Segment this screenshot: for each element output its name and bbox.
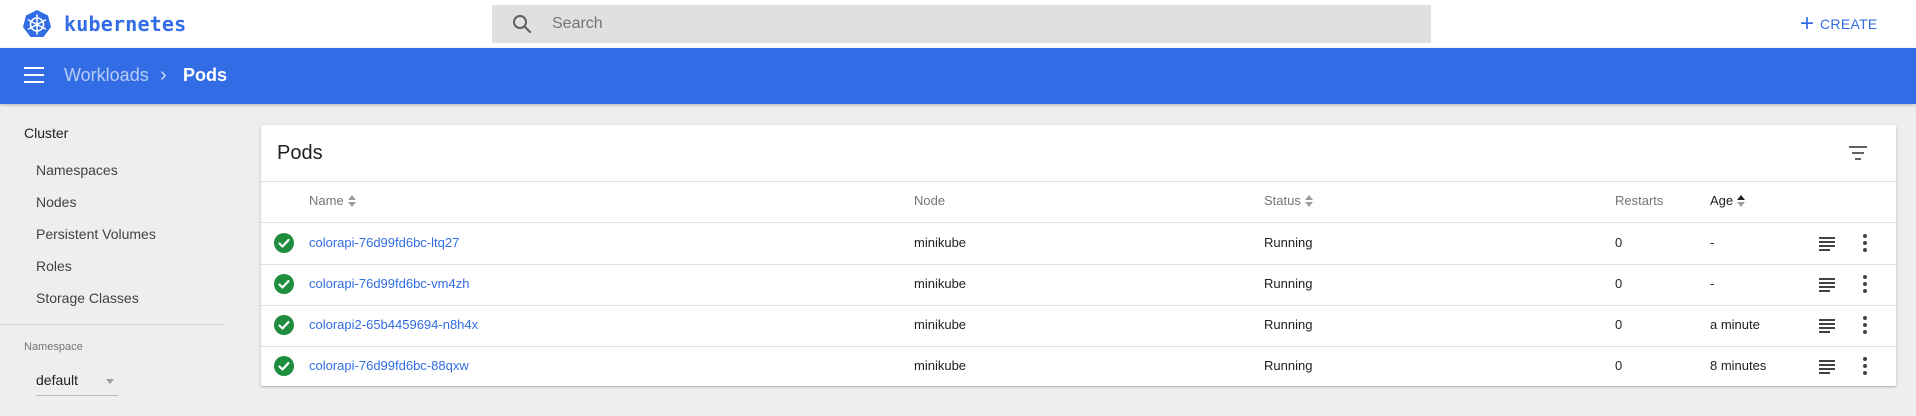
brand-name[interactable]: kubernetes [64, 12, 186, 36]
column-header-age[interactable]: Age [1710, 193, 1746, 208]
breadcrumb-toolbar: Workloads › Pods [0, 48, 1916, 104]
sidebar-item-nodes[interactable]: Nodes [36, 194, 76, 210]
sidebar-divider [0, 324, 224, 325]
logs-icon[interactable] [1819, 237, 1835, 251]
pod-name-link[interactable]: colorapi-76d99fd6bc-88qxw [309, 358, 469, 373]
pod-node: minikube [914, 276, 967, 291]
breadcrumb-workloads[interactable]: Workloads [64, 65, 149, 86]
pod-restarts: 0 [1615, 317, 1623, 332]
pod-age: - [1710, 235, 1715, 250]
namespace-value: default [36, 372, 79, 388]
pod-status: Running [1264, 235, 1313, 250]
pod-name-link[interactable]: colorapi-76d99fd6bc-vm4zh [309, 276, 469, 291]
table-row: colorapi-76d99fd6bc-ltq27 minikube Runni… [261, 223, 1896, 264]
pod-node: minikube [914, 317, 967, 332]
pod-name-link[interactable]: colorapi-76d99fd6bc-ltq27 [309, 235, 459, 250]
column-header-status[interactable]: Status [1264, 193, 1313, 208]
pod-node: minikube [914, 235, 967, 250]
create-button[interactable]: + CREATE [1800, 10, 1878, 38]
pod-restarts: 0 [1615, 358, 1623, 373]
sidebar: Cluster Namespaces Nodes Persistent Volu… [0, 104, 224, 416]
create-button-label: CREATE [1820, 16, 1878, 32]
pod-status: Running [1264, 317, 1313, 332]
logs-icon[interactable] [1819, 360, 1835, 374]
kubernetes-logo-icon[interactable] [22, 9, 52, 39]
sort-icon [1304, 194, 1313, 207]
sidebar-item-storage-classes[interactable]: Storage Classes [36, 290, 139, 306]
sort-ascending-icon [1737, 194, 1746, 207]
card-title: Pods [277, 142, 323, 164]
column-header-name[interactable]: Name [309, 193, 356, 208]
breadcrumb-pods: Pods [183, 65, 228, 85]
search-bar[interactable] [492, 5, 1431, 43]
logs-icon[interactable] [1819, 319, 1835, 333]
pod-restarts: 0 [1615, 276, 1623, 291]
namespace-select[interactable]: default [36, 366, 118, 396]
column-header-restarts: Restarts [1615, 193, 1663, 208]
sidebar-item-namespaces[interactable]: Namespaces [36, 162, 118, 178]
pod-status: Running [1264, 358, 1313, 373]
more-vert-icon[interactable] [1862, 275, 1868, 295]
more-vert-icon[interactable] [1862, 357, 1868, 377]
namespace-label: Namespace [24, 341, 83, 353]
column-header-node-label: Node [914, 193, 946, 208]
check-circle-icon [274, 315, 294, 335]
search-icon [513, 15, 532, 34]
column-header-node: Node [914, 193, 945, 208]
table-row: colorapi2-65b4459694-n8h4x minikube Runn… [261, 305, 1896, 346]
chevron-down-icon [106, 379, 114, 384]
top-bar: kubernetes + CREATE [0, 0, 1916, 48]
column-header-name-label: Name [309, 193, 344, 208]
search-input[interactable] [552, 5, 1412, 43]
table-row: colorapi-76d99fd6bc-88qxw minikube Runni… [261, 346, 1896, 387]
pod-node: minikube [914, 358, 967, 373]
pod-age: 8 minutes [1710, 358, 1767, 373]
pod-age: a minute [1710, 317, 1760, 332]
sort-icon [347, 194, 356, 207]
logs-icon[interactable] [1819, 278, 1835, 292]
table-row: colorapi-76d99fd6bc-vm4zh minikube Runni… [261, 264, 1896, 305]
check-circle-icon [274, 274, 294, 294]
check-circle-icon [274, 233, 294, 253]
check-circle-icon [274, 356, 294, 376]
pod-status: Running [1264, 276, 1313, 291]
filter-icon[interactable] [1847, 146, 1869, 162]
column-header-status-label: Status [1264, 193, 1301, 208]
more-vert-icon[interactable] [1862, 234, 1868, 254]
pods-card: Pods Name Node Status Restarts Age color… [261, 125, 1896, 386]
sidebar-item-roles[interactable]: Roles [36, 258, 72, 274]
divider [261, 181, 1896, 182]
more-vert-icon[interactable] [1862, 316, 1868, 336]
plus-icon: + [1800, 10, 1815, 37]
pod-restarts: 0 [1615, 235, 1623, 250]
column-header-restarts-label: Restarts [1615, 193, 1664, 208]
sidebar-item-persistent-volumes[interactable]: Persistent Volumes [36, 226, 156, 242]
sidebar-section-cluster[interactable]: Cluster [24, 125, 68, 141]
pod-name-link[interactable]: colorapi2-65b4459694-n8h4x [309, 317, 478, 332]
breadcrumb-separator: › [160, 64, 167, 86]
hamburger-menu-icon[interactable] [24, 67, 44, 83]
pod-age: - [1710, 276, 1715, 291]
column-header-age-label: Age [1710, 193, 1734, 208]
